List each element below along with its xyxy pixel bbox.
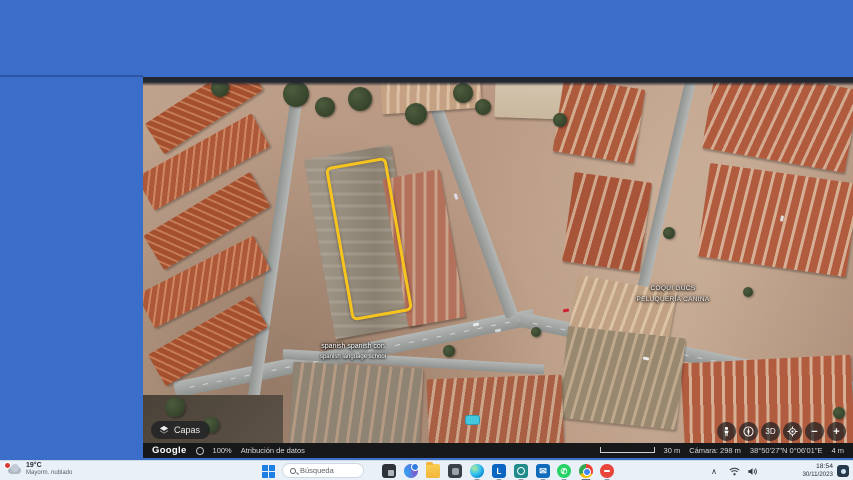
windows-taskbar: 19°C Mayorm. nublado Búsqueda L ✉ ✆ ∧: [0, 460, 853, 480]
camera-altitude: Cámara: 298 m: [689, 446, 741, 455]
dark-app-icon: [448, 464, 462, 478]
chevron-up-icon: ∧: [711, 467, 717, 476]
weather-temperature: 19°C: [26, 462, 72, 470]
privacy-shield-icon[interactable]: [196, 447, 204, 455]
3d-toggle-button[interactable]: 3D: [761, 422, 780, 441]
edge-icon: [470, 464, 484, 478]
3d-toggle-label: 3D: [765, 427, 775, 436]
search-icon: [290, 468, 296, 474]
clock-time: 18:54: [802, 463, 833, 471]
chrome-button[interactable]: [578, 463, 594, 479]
whatsapp-button[interactable]: ✆: [556, 463, 572, 479]
map-scale-label: 30 m: [664, 446, 681, 455]
zoom-out-button[interactable]: −: [805, 422, 824, 441]
weather-alert-badge: [4, 462, 11, 469]
wifi-button[interactable]: [727, 465, 741, 477]
weather-widget[interactable]: 19°C Mayorm. nublado: [6, 462, 72, 477]
teal-app-icon: [514, 464, 528, 478]
app-button-dark[interactable]: [447, 463, 463, 479]
task-view-icon: [382, 464, 396, 478]
volume-button[interactable]: [745, 465, 759, 477]
map-label-business-1-line2: spanish language school: [293, 354, 413, 362]
search-placeholder: Búsqueda: [300, 466, 334, 475]
windows-logo-icon: [269, 472, 275, 478]
task-view-button[interactable]: [381, 463, 397, 479]
map-status-bar: Google 100% Atribución de datos 30 m Cám…: [143, 443, 853, 458]
folder-icon: [426, 464, 440, 478]
map-label-business-1-line1: spanish spanish con: [321, 343, 384, 350]
outlook-button[interactable]: ✉: [535, 463, 551, 479]
red-app-button[interactable]: [599, 463, 615, 479]
windows-logo-icon: [262, 472, 268, 478]
compass-icon: [743, 426, 754, 437]
weather-text: 19°C Mayorm. nublado: [26, 462, 72, 477]
map-label-business-2: COQUI GUCS PELUQUERÍA CANINA: [608, 276, 738, 304]
map-scale-bar: [600, 447, 655, 453]
windows-logo-icon: [269, 465, 275, 471]
zoom-in-button[interactable]: +: [827, 422, 846, 441]
start-button[interactable]: [262, 465, 275, 478]
my-location-button[interactable]: [783, 422, 802, 441]
chrome-icon: [579, 464, 593, 478]
compass-button[interactable]: [739, 422, 758, 441]
map-label-business-2-line2: PELUQUERÍA CANINA: [608, 296, 738, 304]
map-controls: 3D − +: [717, 422, 846, 441]
mail-icon: ✉: [536, 464, 550, 478]
notification-center-button[interactable]: [837, 465, 849, 477]
map-label-business-2-line1: COQUI GUCS: [651, 285, 696, 292]
zoom-out-label: −: [811, 426, 817, 438]
wifi-icon: [729, 466, 740, 477]
windows-logo-icon: [262, 465, 268, 471]
layers-button-label: Capas: [174, 425, 200, 435]
desktop: spanish spanish con spanish language sch…: [0, 0, 853, 480]
widgets-icon: [404, 464, 418, 478]
clock-date: 30/11/2023: [802, 471, 833, 478]
layers-icon: [159, 425, 169, 435]
background-divider: [0, 75, 143, 77]
cursor-coordinates: 38°50'27"N 0°06'01"E: [750, 446, 823, 455]
tray-overflow-button[interactable]: ∧: [707, 465, 721, 477]
taskbar-clock[interactable]: 18:54 30/11/2023: [802, 463, 833, 479]
widgets-button[interactable]: [403, 463, 419, 479]
search-input[interactable]: Búsqueda: [282, 463, 364, 478]
data-attribution-link[interactable]: Atribución de datos: [241, 446, 305, 455]
red-app-icon: [600, 464, 614, 478]
zoom-level-value: 100%: [213, 446, 232, 455]
location-target-icon: [787, 426, 798, 437]
edge-button[interactable]: [469, 463, 485, 479]
google-logo[interactable]: Google: [152, 445, 187, 456]
teal-app-button[interactable]: [513, 463, 529, 479]
cloud-weather-icon: [6, 464, 22, 475]
l-app-icon: L: [492, 464, 506, 478]
layers-button[interactable]: Capas: [151, 421, 210, 439]
terrain-elevation: 4 m: [831, 446, 844, 455]
google-earth-map[interactable]: spanish spanish con spanish language sch…: [143, 77, 853, 458]
l-app-button[interactable]: L: [491, 463, 507, 479]
file-explorer-button[interactable]: [425, 463, 441, 479]
satellite-imagery[interactable]: [143, 77, 853, 458]
weather-condition: Mayorm. nublado: [26, 470, 72, 477]
zoom-in-label: +: [833, 426, 839, 438]
pegman-icon: [721, 426, 732, 437]
map-label-business-1: spanish spanish con spanish language sch…: [293, 334, 413, 362]
speaker-icon: [747, 466, 758, 477]
whatsapp-icon: ✆: [557, 464, 571, 478]
pegman-button[interactable]: [717, 422, 736, 441]
